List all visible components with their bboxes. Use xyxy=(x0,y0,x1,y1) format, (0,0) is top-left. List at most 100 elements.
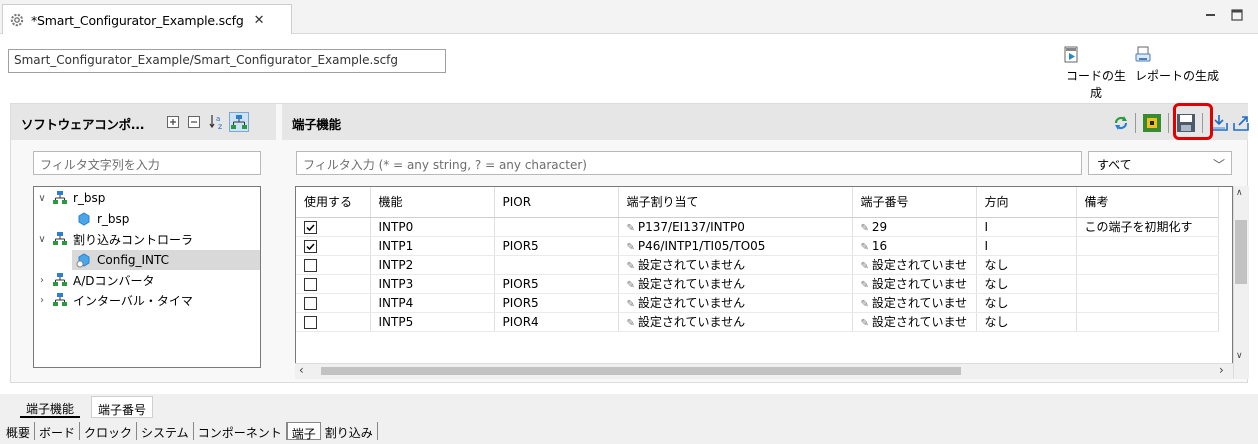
function-cell[interactable]: INTP4 xyxy=(370,293,495,313)
page-tab-interrupt[interactable]: 割り込み xyxy=(321,422,378,440)
pin-number-cell[interactable]: ✎ 16 xyxy=(852,236,977,256)
tree-item-r-bsp-group[interactable]: ∨ r_bsp xyxy=(37,188,105,208)
direction-cell[interactable]: なし xyxy=(976,274,1077,294)
use-checkbox[interactable] xyxy=(304,315,317,329)
pin-assignment-cell[interactable]: ✎ P137/EI137/INTP0 xyxy=(618,217,853,237)
pior-cell[interactable] xyxy=(494,217,619,237)
subtab-pin-function[interactable]: 端子機能 xyxy=(20,396,81,418)
use-checkbox[interactable] xyxy=(304,258,317,272)
pin-assignment-cell[interactable]: ✎ P46/INTP1/TI05/TO05 xyxy=(618,236,853,256)
use-checkbox[interactable] xyxy=(304,296,317,310)
pior-cell[interactable]: PIOR5 xyxy=(494,274,619,294)
page-tab-overview[interactable]: 概要 xyxy=(2,422,36,440)
chevron-down-icon[interactable]: ∨ xyxy=(37,234,47,245)
filter-select[interactable]: すべて ﹀ xyxy=(1088,151,1232,175)
pencil-icon: ✎ xyxy=(860,241,869,253)
pior-cell[interactable]: PIOR4 xyxy=(494,312,619,332)
component-filter-input[interactable]: フィルタ文字列を入力 xyxy=(33,151,261,175)
board-icon[interactable] xyxy=(1142,113,1162,133)
remarks-cell[interactable] xyxy=(1076,255,1219,275)
pin-number-cell[interactable]: ✎ 29 xyxy=(852,217,977,237)
use-checkbox[interactable] xyxy=(304,220,317,234)
tree-item-label: 割り込みコントローラ xyxy=(73,232,194,247)
pin-number-cell[interactable]: ✎ 設定されていませ xyxy=(852,293,977,313)
remarks-cell-value: この端子を初期化す xyxy=(1084,220,1193,234)
component-icon xyxy=(52,272,68,288)
generate-report-button[interactable]: レポートの生成 xyxy=(1134,46,1220,84)
pin-number-cell[interactable]: ✎ 設定されていませ xyxy=(852,255,977,275)
function-cell[interactable]: INTP5 xyxy=(370,312,495,332)
tree-item-interrupt-controller[interactable]: ∨ 割り込みコントローラ xyxy=(37,229,193,249)
table-row[interactable]: INTP0 ✎ P137/EI137/INTP0 ✎ 29 I この端子を初期化す xyxy=(296,217,1219,237)
refresh-icon[interactable] xyxy=(1112,114,1130,132)
direction-cell[interactable]: I xyxy=(976,236,1077,256)
tree-item-r-bsp[interactable]: r_bsp xyxy=(76,209,129,229)
minimize-icon[interactable] xyxy=(1204,8,1218,22)
scroll-right-icon[interactable]: › xyxy=(1219,363,1224,377)
horizontal-scroll-thumb[interactable] xyxy=(321,367,961,375)
remarks-cell[interactable] xyxy=(1076,312,1219,332)
tree-item-ad-converter[interactable]: › A/Dコンバータ xyxy=(37,270,155,290)
table-row[interactable]: INTP3 PIOR5 ✎ 設定されていません ✎ 設定されていませ なし xyxy=(296,274,1219,294)
table-row[interactable]: INTP4 PIOR5 ✎ 設定されていません ✎ 設定されていませ なし xyxy=(296,293,1219,313)
direction-cell[interactable]: I xyxy=(976,217,1077,237)
remarks-cell[interactable] xyxy=(1076,236,1219,256)
tree-item-interval-timer[interactable]: › インターバル・タイマ xyxy=(37,290,193,310)
pin-assignment-cell[interactable]: ✎ 設定されていません xyxy=(618,274,853,294)
function-cell[interactable]: INTP3 xyxy=(370,274,495,294)
pin-assignment-cell[interactable]: ✎ 設定されていません xyxy=(618,293,853,313)
tree-item-config-intc[interactable]: Config_INTC xyxy=(72,250,260,270)
pior-cell[interactable]: PIOR5 xyxy=(494,293,619,313)
chevron-right-icon[interactable]: › xyxy=(37,295,47,306)
table-row[interactable]: INTP2 ✎ 設定されていません ✎ 設定されていませ なし xyxy=(296,255,1219,275)
page-tab-pin[interactable]: 端子 xyxy=(286,422,321,441)
pin-assignment-cell[interactable]: ✎ 設定されていません xyxy=(618,312,853,332)
remarks-cell[interactable]: この端子を初期化す xyxy=(1076,217,1219,237)
column-header-use[interactable]: 使用する xyxy=(296,187,371,218)
hierarchy-icon[interactable] xyxy=(229,112,249,132)
column-header-function[interactable]: 機能 xyxy=(370,187,495,218)
function-cell[interactable]: INTP2 xyxy=(370,255,495,275)
vertical-scroll-thumb[interactable] xyxy=(1235,220,1247,284)
pin-number-cell[interactable]: ✎ 設定されていませ xyxy=(852,274,977,294)
editor-tab[interactable]: *Smart_Configurator_Example.scfg ✕ xyxy=(2,4,292,35)
direction-cell[interactable]: なし xyxy=(976,255,1077,275)
column-header-direction[interactable]: 方向 xyxy=(976,187,1077,218)
pin-filter-input[interactable]: フィルタ入力 (* = any string, ? = any characte… xyxy=(296,151,1082,175)
scroll-left-icon[interactable]: ‹ xyxy=(299,363,304,377)
column-header-pin-assignment[interactable]: 端子割り当て xyxy=(618,187,853,218)
function-cell[interactable]: INTP1 xyxy=(370,236,495,256)
close-icon[interactable]: ✕ xyxy=(254,13,265,28)
pin-assignment-cell[interactable]: ✎ 設定されていません xyxy=(618,255,853,275)
chevron-down-icon[interactable]: ∨ xyxy=(37,193,47,204)
sort-icon[interactable]: az xyxy=(208,113,226,131)
expand-all-icon[interactable] xyxy=(166,115,180,129)
table-row[interactable]: INTP5 PIOR4 ✎ 設定されていません ✎ 設定されていませ なし xyxy=(296,312,1219,332)
scroll-up-icon[interactable]: ∧ xyxy=(1236,188,1243,198)
pior-cell[interactable]: PIOR5 xyxy=(494,236,619,256)
maximize-icon[interactable] xyxy=(1230,8,1244,22)
direction-cell[interactable]: なし xyxy=(976,293,1077,313)
generate-code-button[interactable]: コードの生成 xyxy=(1062,46,1130,101)
page-tab-board[interactable]: ボード xyxy=(35,422,81,440)
collapse-all-icon[interactable] xyxy=(187,115,201,129)
use-checkbox[interactable] xyxy=(304,239,317,253)
remarks-cell[interactable] xyxy=(1076,293,1219,313)
pior-cell[interactable] xyxy=(494,255,619,275)
subtab-pin-number[interactable]: 端子番号 xyxy=(91,396,154,418)
pin-number-cell[interactable]: ✎ 設定されていませ xyxy=(852,312,977,332)
column-header-pin-number[interactable]: 端子番号 xyxy=(852,187,977,218)
direction-cell[interactable]: なし xyxy=(976,312,1077,332)
column-header-remarks[interactable]: 備考 xyxy=(1076,187,1219,218)
remarks-cell[interactable] xyxy=(1076,274,1219,294)
chevron-right-icon[interactable]: › xyxy=(37,275,47,286)
page-tab-system[interactable]: システム xyxy=(137,422,194,440)
page-tab-clock[interactable]: クロック xyxy=(80,422,138,440)
use-checkbox[interactable] xyxy=(304,277,317,291)
export-icon[interactable] xyxy=(1232,113,1250,133)
page-tab-component[interactable]: コンポーネント xyxy=(194,422,287,440)
table-row[interactable]: INTP1 PIOR5 ✎ P46/INTP1/TI05/TO05 ✎ 16 I xyxy=(296,236,1219,256)
scroll-down-icon[interactable]: ∨ xyxy=(1236,351,1243,361)
function-cell[interactable]: INTP0 xyxy=(370,217,495,237)
column-header-pior[interactable]: PIOR xyxy=(494,187,619,218)
